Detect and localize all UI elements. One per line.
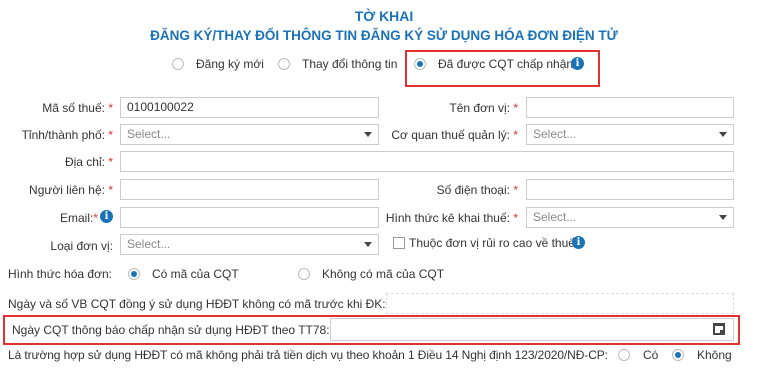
province-select[interactable]: Select... [120, 124, 379, 145]
doc-number-input[interactable] [386, 293, 734, 314]
free-service-label: Là trường hợp sử dụng HĐĐT có mã không p… [8, 348, 608, 362]
chevron-down-icon [364, 242, 372, 247]
declare-method-select-value: Select... [533, 210, 577, 224]
address-input[interactable] [120, 151, 734, 172]
chevron-down-icon [719, 132, 727, 137]
tax-office-select-value: Select... [533, 127, 577, 141]
tax-office-label: Cơ quan thuế quản lý: * [391, 128, 518, 142]
radio-change-info-label: Thay đổi thông tin [302, 57, 398, 71]
radio-free-service-yes-label: Có [643, 348, 659, 362]
radio-with-code[interactable] [128, 268, 140, 280]
chevron-down-icon [719, 215, 727, 220]
phone-input[interactable] [526, 179, 734, 200]
radio-free-service-no-label: Không [697, 348, 732, 362]
unit-type-select-value: Select... [127, 237, 171, 251]
phone-label: Số điện thoại: * [436, 183, 518, 197]
radio-without-code-label: Không có mã của CQT [322, 267, 445, 281]
unit-name-label: Tên đơn vị: * [449, 101, 518, 115]
calendar-icon[interactable] [713, 323, 725, 335]
tt78-date-input[interactable] [330, 318, 734, 341]
page-subtitle: ĐĂNG KÝ/THAY ĐỔI THÔNG TIN ĐĂNG KÝ SỬ DỤ… [150, 28, 618, 43]
invoice-type-label: Hình thức hóa đơn: [8, 267, 112, 281]
email-input[interactable] [120, 207, 379, 228]
info-icon[interactable]: i [572, 236, 585, 249]
high-risk-label: Thuộc đơn vị rủi ro cao về thuế [409, 236, 575, 250]
unit-type-label: Loại đơn vị: [50, 239, 113, 253]
contact-label: Người liên hệ: * [29, 183, 113, 197]
radio-new-registration-label: Đăng ký mới [196, 57, 264, 71]
doc-number-label: Ngày và số VB CQT đồng ý sử dụng HĐĐT kh… [8, 297, 386, 311]
info-icon[interactable]: i [100, 210, 113, 223]
high-risk-checkbox[interactable] [393, 237, 405, 249]
radio-new-registration[interactable] [172, 58, 184, 70]
radio-with-code-label: Có mã của CQT [152, 267, 239, 281]
page-title: TỜ KHAI [354, 8, 414, 24]
declare-method-select[interactable]: Select... [526, 207, 734, 228]
province-select-value: Select... [127, 127, 171, 141]
highlight-box-mode [405, 50, 600, 87]
tax-office-select[interactable]: Select... [526, 124, 734, 145]
address-label: Địa chỉ: * [64, 155, 113, 169]
tax-code-input[interactable]: 0100100022 [120, 97, 379, 118]
unit-type-select[interactable]: Select... [120, 234, 379, 255]
email-label: Email:* [59, 211, 98, 225]
unit-name-input[interactable] [526, 97, 734, 118]
tt78-date-label: Ngày CQT thông báo chấp nhận sử dụng HĐĐ… [12, 323, 330, 337]
tax-code-label: Mã số thuế: * [42, 101, 113, 115]
contact-input[interactable] [120, 179, 379, 200]
radio-without-code[interactable] [298, 268, 310, 280]
province-label: Tỉnh/thành phố: * [21, 128, 113, 142]
chevron-down-icon [364, 132, 372, 137]
radio-free-service-yes[interactable] [618, 349, 630, 361]
radio-free-service-no[interactable] [672, 349, 684, 361]
radio-change-info[interactable] [278, 58, 290, 70]
declare-method-label: Hình thức kê khai thuế: * [385, 211, 518, 225]
